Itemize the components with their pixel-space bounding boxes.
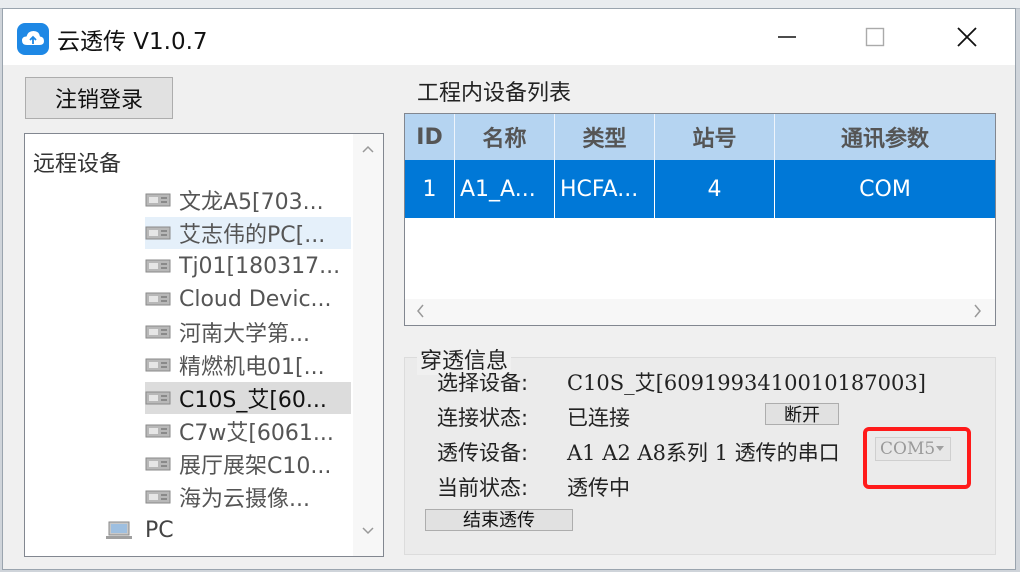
- device-icon: [145, 226, 171, 240]
- pc-icon: [106, 521, 132, 539]
- minimize-icon: [778, 36, 796, 38]
- tree-item-label: 河南大学第...: [179, 322, 310, 347]
- logout-button[interactable]: 注销登录: [25, 77, 173, 119]
- tree-item-device[interactable]: Tj01[180317...: [145, 250, 351, 282]
- tree-item-label: 精燃机电01[...: [179, 355, 325, 380]
- column-header-station[interactable]: 站号: [655, 114, 775, 160]
- device-icon: [145, 292, 171, 306]
- tree-item-device[interactable]: 文龙A5[703...: [145, 184, 351, 216]
- tree-item-device[interactable]: 海为云摄像...: [145, 481, 351, 513]
- device-icon: [145, 259, 171, 273]
- chevron-up-icon: [362, 145, 374, 153]
- device-icon: [145, 424, 171, 438]
- passthrough-device-value: A1 A2 A8系列 1 透传的串口: [567, 441, 840, 465]
- app-window: 云透传 V1.0.7 注销登录 远程设备 文龙A5[703... 艾志伟的PC[…: [2, 8, 1016, 570]
- tree-node-pc[interactable]: PC: [105, 514, 174, 546]
- device-list-title: 工程内设备列表: [417, 81, 572, 106]
- chevron-down-icon: [362, 527, 374, 535]
- device-icon: [145, 193, 171, 207]
- cell-station: 4: [655, 160, 775, 218]
- cloud-app-icon: [17, 23, 49, 55]
- tree-item-label: Tj01[180317...: [179, 253, 341, 279]
- tree-item-device-selected[interactable]: C10S_艾[60...: [145, 382, 351, 414]
- select-device-label: 选择设备:: [437, 371, 529, 395]
- chevron-right-icon[interactable]: [973, 303, 983, 319]
- tree-item-label: C7w艾[6061...: [179, 421, 334, 446]
- tree-item-label: 海为云摄像...: [179, 487, 310, 512]
- scroll-down-button[interactable]: [353, 526, 383, 546]
- device-icon: [145, 358, 171, 372]
- column-header-id[interactable]: ID: [405, 114, 455, 160]
- close-button[interactable]: [927, 9, 1007, 65]
- tree-vertical-scrollbar[interactable]: [353, 134, 383, 556]
- minimize-button[interactable]: [747, 9, 827, 65]
- device-icon: [145, 457, 171, 471]
- cell-comm: COM: [859, 176, 911, 202]
- connection-status-value: 已连接: [567, 406, 630, 430]
- table-header: ID 名称 类型 站号 通讯参数: [405, 114, 995, 160]
- remote-device-tree[interactable]: 远程设备 文龙A5[703... 艾志伟的PC[... Tj01[180317.…: [24, 133, 384, 557]
- tree-item-label: 艾志伟的PC[...: [179, 223, 326, 248]
- tree-item-device[interactable]: 艾志伟的PC[...: [145, 217, 351, 249]
- tree-pc-label: PC: [145, 517, 174, 543]
- select-device-value: C10S_艾[6091993410010187003]: [567, 371, 926, 395]
- current-status-value: 透传中: [567, 476, 630, 500]
- column-header-name[interactable]: 名称: [455, 114, 555, 160]
- scroll-up-button[interactable]: [353, 144, 383, 164]
- maximize-button[interactable]: [835, 9, 915, 65]
- red-highlight-box: [863, 427, 971, 489]
- close-icon: [957, 27, 977, 47]
- tree-item-device[interactable]: 展厅展架C10...: [145, 448, 351, 480]
- window-title: 云透传 V1.0.7: [57, 29, 208, 55]
- disconnect-button[interactable]: 断开: [765, 403, 839, 425]
- maximize-icon: [865, 27, 885, 47]
- passthrough-device-label: 透传设备:: [437, 441, 529, 465]
- chevron-left-icon[interactable]: [415, 303, 425, 319]
- tree-item-device[interactable]: 精燃机电01[...: [145, 349, 351, 381]
- device-icon: [145, 391, 171, 405]
- tree-item-label: 文龙A5[703...: [179, 190, 324, 215]
- current-status-label: 当前状态:: [437, 476, 529, 500]
- table-row[interactable]: 1 A1_A... HCFA... 4 COM: [405, 160, 995, 218]
- title-bar[interactable]: 云透传 V1.0.7: [3, 9, 1015, 65]
- tree-header: 远程设备: [33, 152, 122, 177]
- tree-item-label: 展厅展架C10...: [179, 454, 332, 479]
- connection-status-label: 连接状态:: [437, 406, 529, 430]
- tree-item-label: C10S_艾[60...: [179, 388, 327, 413]
- cell-name: A1_A...: [455, 160, 555, 218]
- tree-item-device[interactable]: C7w艾[6061...: [145, 415, 351, 447]
- cell-type: HCFA...: [555, 160, 655, 218]
- device-icon: [145, 490, 171, 504]
- end-passthrough-button[interactable]: 结束透传: [425, 509, 573, 531]
- tree-item-device[interactable]: Cloud Devic...: [145, 283, 351, 315]
- table-horizontal-scrollbar[interactable]: [405, 299, 995, 325]
- tree-item-device[interactable]: 河南大学第...: [145, 316, 351, 348]
- device-list-table[interactable]: ID 名称 类型 站号 通讯参数 1 A1_A... HCFA... 4 COM: [404, 113, 996, 326]
- tree-item-label: Cloud Devic...: [179, 286, 332, 312]
- column-header-comm[interactable]: 通讯参数: [775, 114, 995, 160]
- cell-id: 1: [405, 160, 455, 218]
- device-icon: [145, 325, 171, 339]
- column-header-type[interactable]: 类型: [555, 114, 655, 160]
